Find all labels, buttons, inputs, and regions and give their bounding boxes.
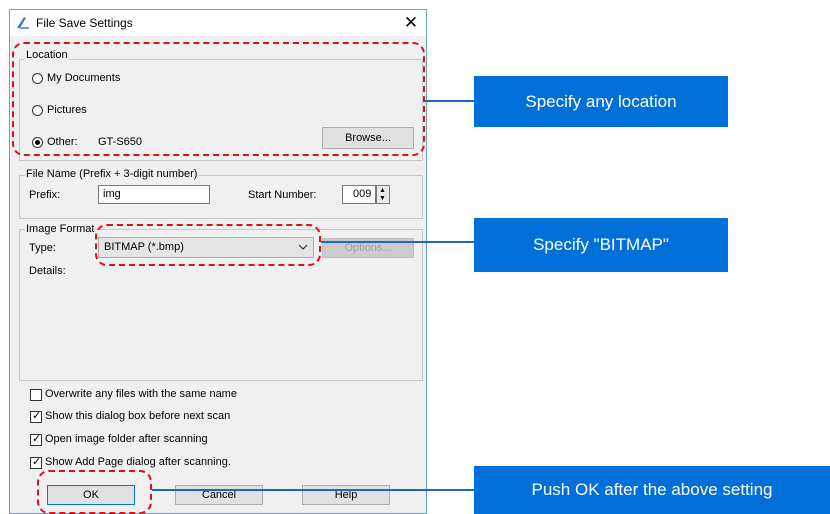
overwrite-checkbox-label: Overwrite any files with the same name [45, 388, 237, 400]
type-label: Type: [29, 242, 56, 254]
location-highlight [12, 42, 425, 156]
callout-bitmap: Specify "BITMAP" [474, 218, 728, 272]
callout-ok: Push OK after the above setting [474, 466, 830, 514]
ok-highlight [37, 470, 152, 514]
start-number-label: Start Number: [248, 189, 317, 201]
prefix-input[interactable]: img [98, 185, 210, 204]
title-bar: File Save Settings ✕ [10, 10, 426, 36]
open-folder-checkbox-label: Open image folder after scanning [45, 433, 208, 445]
ok-connector [152, 489, 474, 491]
callout-location: Specify any location [474, 76, 728, 127]
file-name-legend: File Name (Prefix + 3-digit number) [25, 168, 199, 180]
location-connector [425, 100, 474, 102]
start-number-input[interactable]: 009 [342, 185, 376, 204]
scanner-app-icon [17, 17, 29, 29]
cancel-button[interactable]: Cancel [175, 485, 263, 505]
add-page-checkbox-label: Show Add Page dialog after scanning. [45, 456, 231, 468]
image-format-legend: Image Format [25, 223, 96, 235]
prefix-label: Prefix: [29, 189, 61, 201]
overwrite-checkbox[interactable] [30, 389, 42, 401]
stepper-down-icon[interactable]: ▼ [379, 195, 386, 203]
add-page-checkbox[interactable] [30, 455, 42, 469]
dialog-title: File Save Settings [36, 16, 133, 30]
details-label: Details: [29, 265, 66, 277]
open-folder-checkbox[interactable] [30, 432, 42, 446]
type-connector [321, 241, 474, 243]
help-button[interactable]: Help [302, 485, 390, 505]
type-highlight [95, 224, 321, 266]
show-dialog-checkbox[interactable] [30, 409, 42, 423]
show-dialog-checkbox-label: Show this dialog box before next scan [45, 410, 231, 422]
stepper-up-icon[interactable]: ▲ [379, 187, 386, 195]
start-number-stepper[interactable]: ▲ ▼ [376, 185, 390, 204]
close-icon[interactable]: ✕ [396, 10, 426, 36]
